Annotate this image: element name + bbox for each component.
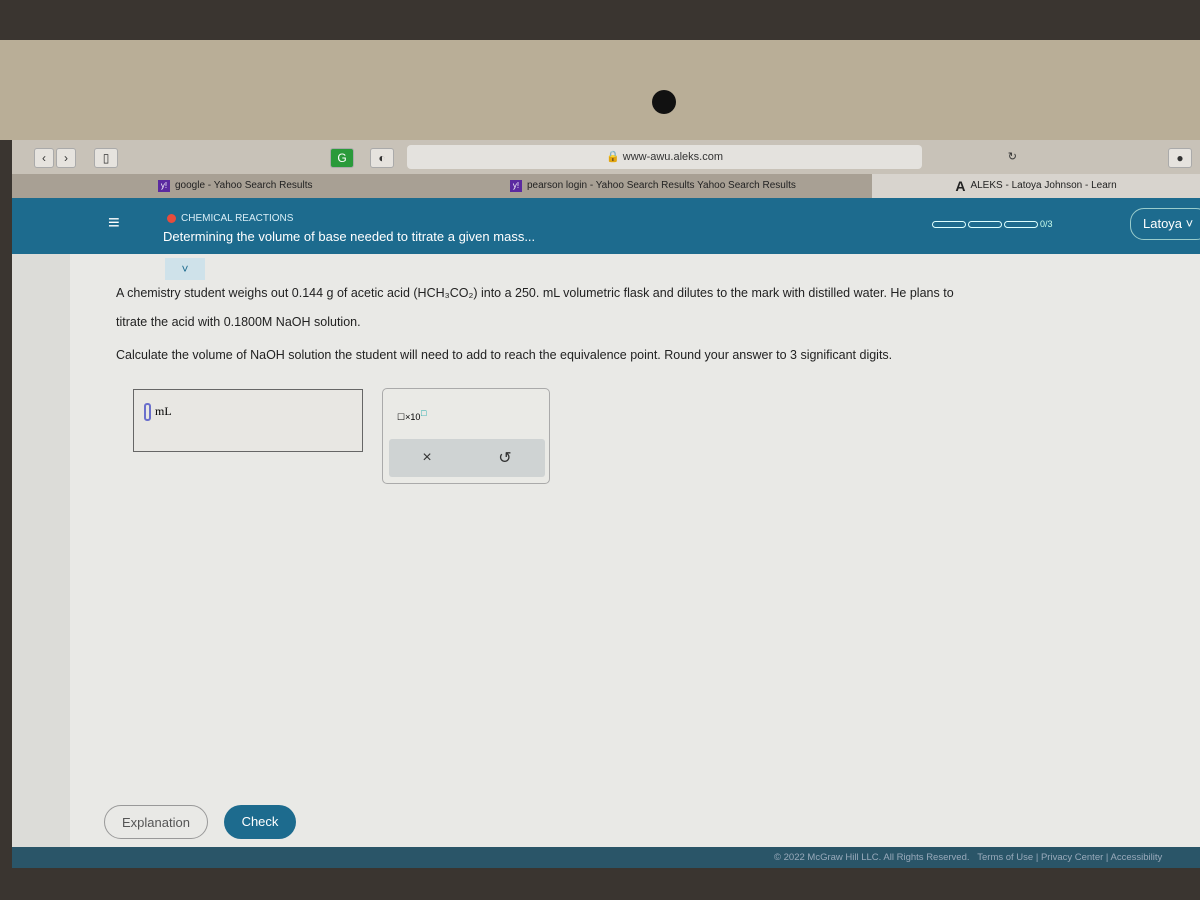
progress-bar: 0/3 [932,219,1053,229]
terms-link[interactable]: Terms of Use [977,852,1033,863]
progress-text: 0/3 [1040,219,1053,229]
grammarly-icon[interactable]: G [330,148,354,168]
input-cursor [144,403,151,421]
unit-label: mL [155,404,172,418]
browser-toolbar: ‹ › ▯ G ◐ 🔒 www-awu.aleks.com ↻ ● [12,140,1200,174]
sidebar-icon[interactable]: ▯ [94,148,118,168]
menu-icon[interactable]: ≡ [108,212,120,235]
tab-google[interactable]: y! google - Yahoo Search Results [158,174,313,198]
aleks-icon: A [955,178,966,194]
tab-label: pearson login - Yahoo Search Results Yah… [527,180,796,191]
status-dot-icon [167,214,176,223]
reload-icon[interactable]: ↻ [1008,145,1017,169]
sci-label: ×10 [405,412,421,422]
left-rail [12,198,70,848]
footer: © 2022 McGraw Hill LLC. All Rights Reser… [12,847,1200,868]
yahoo-icon: y! [510,180,522,192]
tab-label: ALEKS - Latoya Johnson - Learn [970,180,1117,191]
user-name: Latoya [1143,216,1183,231]
url-text: www-awu.aleks.com [622,151,723,163]
laptop-bezel [0,40,1200,140]
tab-pearson[interactable]: y! pearson login - Yahoo Search Results Y… [510,174,796,198]
collapse-chevron-icon[interactable]: ˅ [165,258,205,280]
category-label: CHEMICAL REACTIONS [181,213,294,224]
extension-badge-icon[interactable]: ● [1168,148,1192,168]
back-button[interactable]: ‹ [34,148,54,168]
extension-icon[interactable]: ◐ [370,148,394,168]
topic-category: CHEMICAL REACTIONS [167,213,293,224]
camera [652,90,676,114]
copyright: © 2022 McGraw Hill LLC. All Rights Reser… [774,852,970,863]
question-text-2: titrate the acid with 0.1800M NaOH solut… [116,315,361,329]
question-text-3: Calculate the volume of NaOH solution th… [116,348,893,362]
tab-aleks[interactable]: A ALEKS - Latoya Johnson - Learn [872,174,1200,198]
user-menu[interactable]: Latoya ˅ [1130,208,1200,240]
forward-button[interactable]: › [56,148,76,168]
accessibility-link[interactable]: Accessibility [1111,852,1163,863]
answer-input[interactable]: mL [133,389,363,452]
undo-button[interactable]: ↺ [498,448,511,468]
aleks-header: ≡ CHEMICAL REACTIONS Determining the vol… [12,198,1200,254]
question-text-1: A chemistry student weighs out 0.144 g o… [116,286,954,300]
privacy-link[interactable]: Privacy Center [1041,852,1103,863]
scientific-notation-button[interactable]: ☐×10☐ [397,409,427,423]
tab-bar: y! google - Yahoo Search Results y! pearso… [12,174,1200,198]
clear-button[interactable]: × [422,449,431,467]
check-button[interactable]: Check [224,805,296,839]
yahoo-icon: y! [158,180,170,192]
explanation-button[interactable]: Explanation [104,805,208,839]
math-pad: ☐×10☐ × ↺ [382,388,550,484]
page-title: Determining the volume of base needed to… [163,229,536,244]
address-bar[interactable]: 🔒 www-awu.aleks.com ↻ [407,145,1017,169]
pad-actions: × ↺ [389,439,545,477]
tab-label: google - Yahoo Search Results [175,180,313,191]
screen: ‹ › ▯ G ◐ 🔒 www-awu.aleks.com ↻ ● y! googl… [12,140,1200,868]
